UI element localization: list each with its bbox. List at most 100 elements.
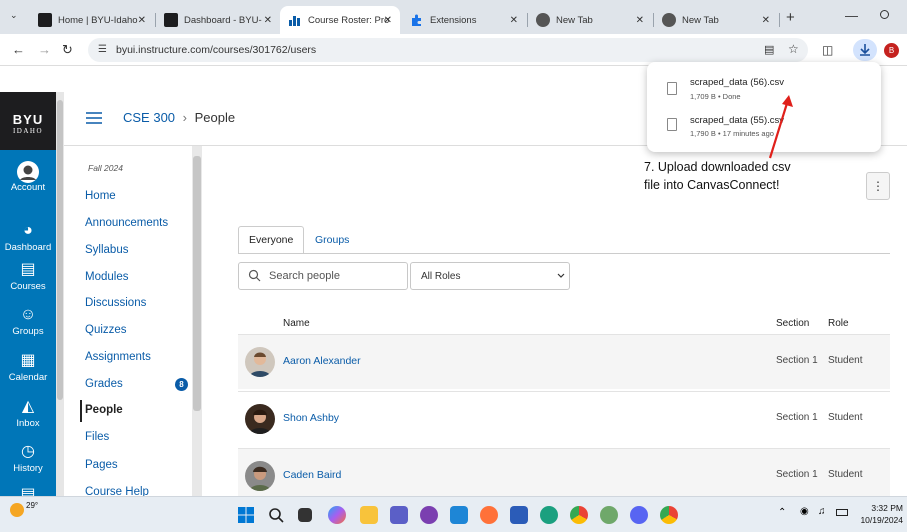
courses-icon: ▤	[20, 261, 36, 278]
tab-groups[interactable]: Groups	[305, 226, 359, 254]
new-tab-button[interactable]: +	[786, 9, 795, 26]
chrome-icon[interactable]	[570, 506, 588, 524]
close-tab-icon[interactable]: ✕	[384, 15, 392, 26]
firefox-icon[interactable]	[480, 506, 498, 524]
profile-avatar[interactable]: B	[884, 43, 899, 58]
global-navigation: BYU IDAHO Account ◕ Dashboard ▤ Courses …	[0, 92, 56, 496]
weather-temp: 29°	[26, 501, 39, 510]
close-tab-icon[interactable]: ✕	[636, 15, 644, 26]
course-nav-syllabus[interactable]: Syllabus	[85, 244, 128, 256]
chrome-icon[interactable]	[660, 506, 678, 524]
tab-everyone[interactable]: Everyone	[238, 226, 305, 254]
edge-icon[interactable]	[540, 506, 558, 524]
kebab-icon: ⋮	[872, 179, 884, 193]
course-nav-discussions[interactable]: Discussions	[85, 297, 146, 309]
person-name-link[interactable]: Aaron Alexander	[283, 355, 361, 367]
gnav-history[interactable]: ◷ History	[0, 439, 56, 485]
restore-icon[interactable]	[880, 10, 889, 19]
person-name-link[interactable]: Shon Ashby	[283, 412, 339, 424]
course-nav-files[interactable]: Files	[85, 431, 109, 443]
app-icon[interactable]	[420, 506, 438, 524]
reload-icon[interactable]: ↻	[62, 42, 73, 58]
file-explorer-icon[interactable]	[360, 506, 378, 524]
byui-logo[interactable]: BYU IDAHO	[0, 92, 56, 150]
app-icon[interactable]	[600, 506, 618, 524]
task-view-icon[interactable]	[298, 508, 312, 522]
browser-tab-extensions[interactable]: Extensions ✕	[402, 6, 526, 34]
course-nav-grades[interactable]: Grades	[85, 378, 123, 390]
gnav-groups[interactable]: ☺ Groups	[0, 302, 56, 348]
tab-search-button[interactable]: ⌄	[10, 10, 18, 21]
person-name-link[interactable]: Caden Baird	[283, 469, 341, 481]
browser-tab-home[interactable]: Home | BYU-Idaho ✕	[30, 6, 154, 34]
browser-tab-course-roster[interactable]: Course Roster: Pro ✕	[280, 6, 400, 34]
person-section: Section 1	[776, 355, 818, 366]
gnav-scrollbar-thumb[interactable]	[57, 100, 63, 400]
download-item-name[interactable]: scraped_data (56).csv	[690, 77, 784, 88]
course-nav-assignments[interactable]: Assignments	[85, 351, 151, 363]
chrome-favicon-icon	[536, 13, 550, 27]
search-people-input[interactable]: Search people	[238, 262, 408, 290]
course-term: Fall 2024	[88, 163, 123, 173]
copilot-icon[interactable]	[328, 506, 346, 524]
course-nav-pages[interactable]: Pages	[85, 459, 118, 471]
wifi-icon[interactable]: ◉	[800, 506, 809, 517]
course-nav-announcements[interactable]: Announcements	[85, 217, 168, 229]
word-icon[interactable]	[510, 506, 528, 524]
tab-title: New Tab	[682, 14, 719, 26]
teams-icon[interactable]	[390, 506, 408, 524]
forward-icon[interactable]: →	[38, 42, 51, 57]
start-icon[interactable]	[237, 506, 255, 524]
discord-icon[interactable]	[630, 506, 648, 524]
taskbar-search-icon[interactable]	[267, 506, 285, 524]
back-icon[interactable]: ←	[12, 42, 25, 57]
options-kebab-button[interactable]: ⋮	[866, 172, 890, 200]
tray-chevron-icon[interactable]: ⌃	[778, 507, 786, 518]
course-nav-people[interactable]: People	[85, 404, 123, 416]
clock-date: 10/19/2024	[860, 515, 903, 525]
gnav-calendar[interactable]: ▦ Calendar	[0, 348, 56, 394]
tab-title: Course Roster: Pro	[308, 14, 390, 26]
column-header-name[interactable]: Name	[283, 318, 310, 329]
gnav-courses[interactable]: ▤ Courses	[0, 257, 56, 303]
person-role: Student	[828, 412, 863, 423]
bookmark-star-icon[interactable]: ☆	[788, 42, 799, 56]
close-tab-icon[interactable]: ✕	[264, 15, 272, 26]
browser-tab-dashboard[interactable]: Dashboard - BYU- ✕	[156, 6, 280, 34]
roles-select[interactable]: All Roles	[410, 262, 570, 290]
chart-favicon-icon	[288, 13, 302, 27]
column-header-section[interactable]: Section	[776, 318, 809, 329]
course-nav-home[interactable]: Home	[85, 190, 116, 202]
groups-icon: ☺	[19, 306, 37, 323]
course-nav-course-help[interactable]: Course Help	[85, 486, 149, 496]
gnav-inbox[interactable]: ◭ Inbox	[0, 394, 56, 440]
gnav-account[interactable]: Account	[0, 158, 56, 204]
close-tab-icon[interactable]: ✕	[762, 15, 770, 26]
minimize-icon[interactable]: —	[845, 8, 858, 23]
hamburger-menu-icon[interactable]	[86, 111, 102, 124]
cast-icon[interactable]: ▤	[764, 43, 774, 56]
annotation-arrow	[768, 95, 793, 159]
vscode-icon[interactable]	[450, 506, 468, 524]
url-text: byui.instructure.com/courses/301762/user…	[116, 44, 317, 56]
download-button[interactable]	[853, 39, 877, 61]
browser-tab-new-2[interactable]: New Tab ✕	[654, 6, 778, 34]
address-bar[interactable]: ☰ byui.instructure.com/courses/301762/us…	[88, 38, 808, 62]
site-info-icon[interactable]: ☰	[98, 44, 107, 55]
close-tab-icon[interactable]: ✕	[510, 15, 518, 26]
breadcrumb-course[interactable]: CSE 300	[123, 110, 175, 125]
column-header-role[interactable]: Role	[828, 318, 849, 329]
volume-icon[interactable]: ♫	[818, 506, 826, 517]
course-nav-modules[interactable]: Modules	[85, 271, 128, 283]
battery-icon[interactable]	[836, 509, 848, 516]
system-clock[interactable]: 3:32 PM 10/19/2024	[855, 502, 903, 526]
close-tab-icon[interactable]: ✕	[138, 15, 146, 26]
course-nav-scrollbar-thumb[interactable]	[193, 156, 201, 411]
person-role: Student	[828, 469, 863, 480]
course-nav-quizzes[interactable]: Quizzes	[85, 324, 127, 336]
gnav-more[interactable]: ▤	[0, 482, 56, 496]
person-section: Section 1	[776, 469, 818, 480]
weather-icon[interactable]	[10, 503, 24, 517]
browser-tab-new-1[interactable]: New Tab ✕	[528, 6, 652, 34]
extensions-icon[interactable]: ◫	[822, 43, 833, 57]
